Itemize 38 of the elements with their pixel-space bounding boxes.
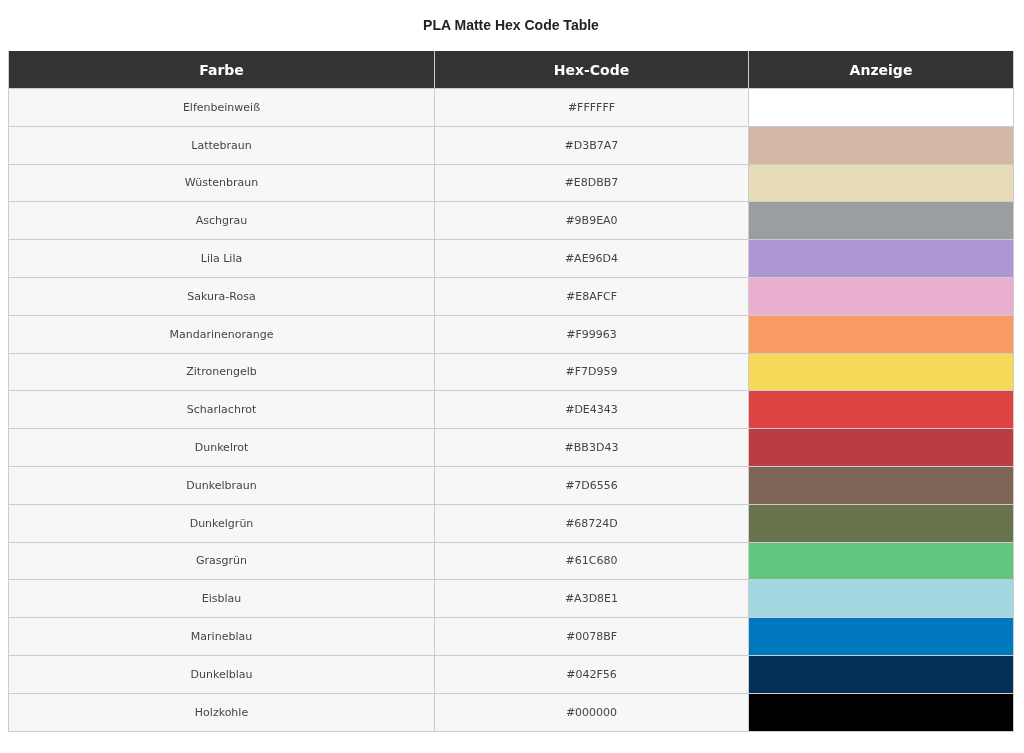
table-cell: Elfenbeinweiß (8, 88, 435, 127)
table-cell: #A3D8E1 (434, 579, 749, 618)
column-header: Anzeige (748, 51, 1014, 89)
table-cell: Dunkelbraun (8, 466, 435, 505)
table-cell: #FFFFFF (434, 88, 749, 127)
table-cell: #68724D (434, 504, 749, 543)
table-cell: Sakura-Rosa (8, 277, 435, 316)
table-cell: Zitronengelb (8, 353, 435, 391)
table-cell: #9B9EA0 (434, 201, 749, 240)
table-cell: Lattebraun (8, 126, 435, 165)
table-cell: #042F56 (434, 655, 749, 694)
column-header: Farbe (8, 51, 435, 89)
table-cell: Holzkohle (8, 693, 435, 732)
table-cell: Scharlachrot (8, 390, 435, 429)
column-header: Hex-Code (434, 51, 749, 89)
table-cell: Wüstenbraun (8, 164, 435, 202)
table-cell: #61C680 (434, 542, 749, 580)
table-cell: Aschgrau (8, 201, 435, 240)
table-cell: Lila Lila (8, 239, 435, 278)
table-cell: #E8AFCF (434, 277, 749, 316)
table-cell: #DE4343 (434, 390, 749, 429)
table-cell: #F99963 (434, 315, 749, 354)
table-cell: #E8DBB7 (434, 164, 749, 202)
table-cell: Dunkelrot (8, 428, 435, 467)
table-cell: Eisblau (8, 579, 435, 618)
table-cell: Grasgrün (8, 542, 435, 580)
table-title: PLA Matte Hex Code Table (422, 16, 600, 35)
table-cell: #AE96D4 (434, 239, 749, 278)
table-cell: #0078BF (434, 617, 749, 656)
table-cell: Dunkelgrün (8, 504, 435, 543)
table-cell: Mandarinenorange (8, 315, 435, 354)
table-cell: #F7D959 (434, 353, 749, 391)
table-cell: #000000 (434, 693, 749, 732)
table-cell: #D3B7A7 (434, 126, 749, 165)
table-cell: Marineblau (8, 617, 435, 656)
table-cell: #BB3D43 (434, 428, 749, 467)
table-cell: Dunkelblau (8, 655, 435, 694)
table-cell: #7D6556 (434, 466, 749, 505)
